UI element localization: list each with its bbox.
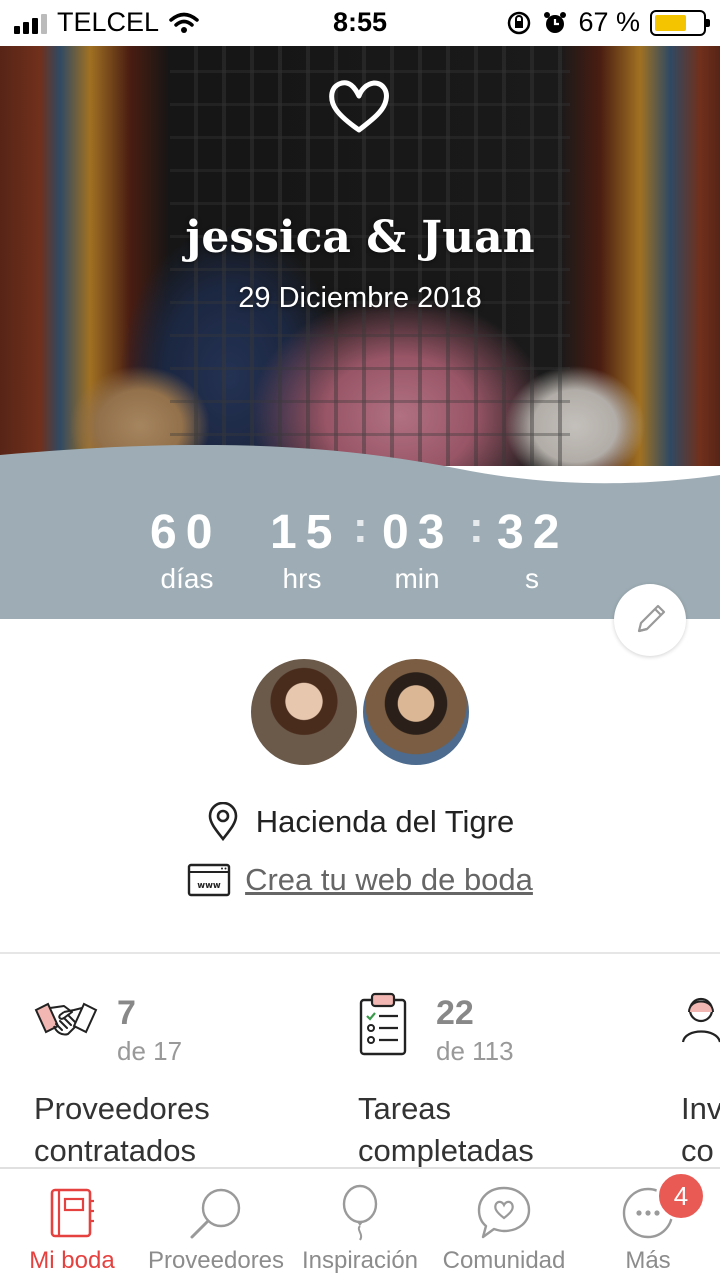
countdown-separator: : xyxy=(353,503,368,552)
tab-bar: Mi boda Proveedores Inspiración Comunida… xyxy=(0,1167,720,1277)
tasks-total: de 113 xyxy=(436,1036,514,1066)
tab-label: Inspiración xyxy=(301,1247,419,1274)
battery-icon xyxy=(650,9,710,36)
venue-row[interactable]: Hacienda del Tigre xyxy=(0,802,720,842)
edit-button[interactable] xyxy=(614,584,686,656)
tab-label: Mi boda xyxy=(29,1247,115,1274)
status-bar: TELCEL 8:55 67 % xyxy=(0,0,720,46)
countdown-hours-label: hrs xyxy=(282,563,322,594)
website-icon: www xyxy=(187,863,231,897)
countdown-minutes-label: min xyxy=(394,563,440,594)
vendors-label: Proveedores contratados xyxy=(34,1088,210,1172)
tab-inspiracion[interactable]: Inspiración xyxy=(288,1169,432,1277)
rotation-lock-icon xyxy=(508,11,531,34)
chat-heart-icon xyxy=(477,1186,531,1239)
venue-name: Hacienda del Tigre xyxy=(255,804,515,839)
couple-photo: jessica & Juan 29 Diciembre 2018 xyxy=(0,46,720,466)
heart-icon xyxy=(329,80,389,133)
handshake-icon xyxy=(34,1002,98,1036)
checklist-icon xyxy=(359,992,407,1056)
tab-label: Más xyxy=(625,1247,671,1274)
search-icon xyxy=(190,1188,241,1239)
countdown-panel: 60 15 : 03 : 32 días hrs min s xyxy=(0,445,720,619)
countdown-seconds-label: s xyxy=(525,563,539,594)
pencil-icon xyxy=(637,604,666,633)
location-pin-icon xyxy=(208,802,238,842)
create-website-label: Crea tu web de boda xyxy=(245,862,533,897)
countdown-separator: : xyxy=(469,503,484,552)
countdown-days-label: días xyxy=(160,563,214,594)
tab-label: Comunidad xyxy=(442,1247,566,1274)
tab-proveedores[interactable]: Proveedores xyxy=(144,1169,288,1277)
vendors-label-line1: Proveedores xyxy=(34,1091,210,1126)
tab-mi-boda[interactable]: Mi boda xyxy=(0,1169,144,1277)
groom-avatar[interactable] xyxy=(360,656,472,768)
create-website-link[interactable]: www Crea tu web de boda xyxy=(0,862,720,898)
guests-label-line2: co xyxy=(681,1133,714,1168)
section-divider xyxy=(0,952,720,954)
countdown-minutes: 03 xyxy=(382,506,454,559)
notebook-icon xyxy=(50,1188,94,1238)
countdown-seconds: 32 xyxy=(497,506,569,559)
tab-comunidad[interactable]: Comunidad xyxy=(432,1169,576,1277)
svg-text:www: www xyxy=(197,881,221,891)
notification-badge: 4 xyxy=(656,1171,706,1221)
battery-level xyxy=(655,14,686,31)
tasks-count: 22 xyxy=(436,994,474,1032)
guests-label: Inv co xyxy=(681,1088,720,1172)
tasks-label-line2: completadas xyxy=(358,1133,534,1168)
tasks-label: Tareas completadas xyxy=(358,1088,534,1172)
balloon-icon xyxy=(342,1184,378,1241)
tab-label: Proveedores xyxy=(147,1247,285,1274)
vendors-total: de 17 xyxy=(117,1036,183,1066)
vendors-count: 7 xyxy=(117,994,136,1032)
vendors-label-line2: contratados xyxy=(34,1133,196,1168)
couple-names: jessica & Juan xyxy=(185,212,535,263)
status-right: 67 % xyxy=(506,7,710,38)
guests-icon xyxy=(681,997,720,1043)
countdown-hours: 15 xyxy=(270,506,342,559)
guests-label-line1: Inv xyxy=(681,1091,720,1126)
battery-percent: 67 % xyxy=(578,7,640,37)
countdown-days: 60 xyxy=(150,506,222,559)
bride-avatar[interactable] xyxy=(248,656,360,768)
alarm-icon xyxy=(544,11,567,33)
tasks-label-line1: Tareas xyxy=(358,1091,452,1126)
wedding-date: 29 Diciembre 2018 xyxy=(238,282,482,314)
